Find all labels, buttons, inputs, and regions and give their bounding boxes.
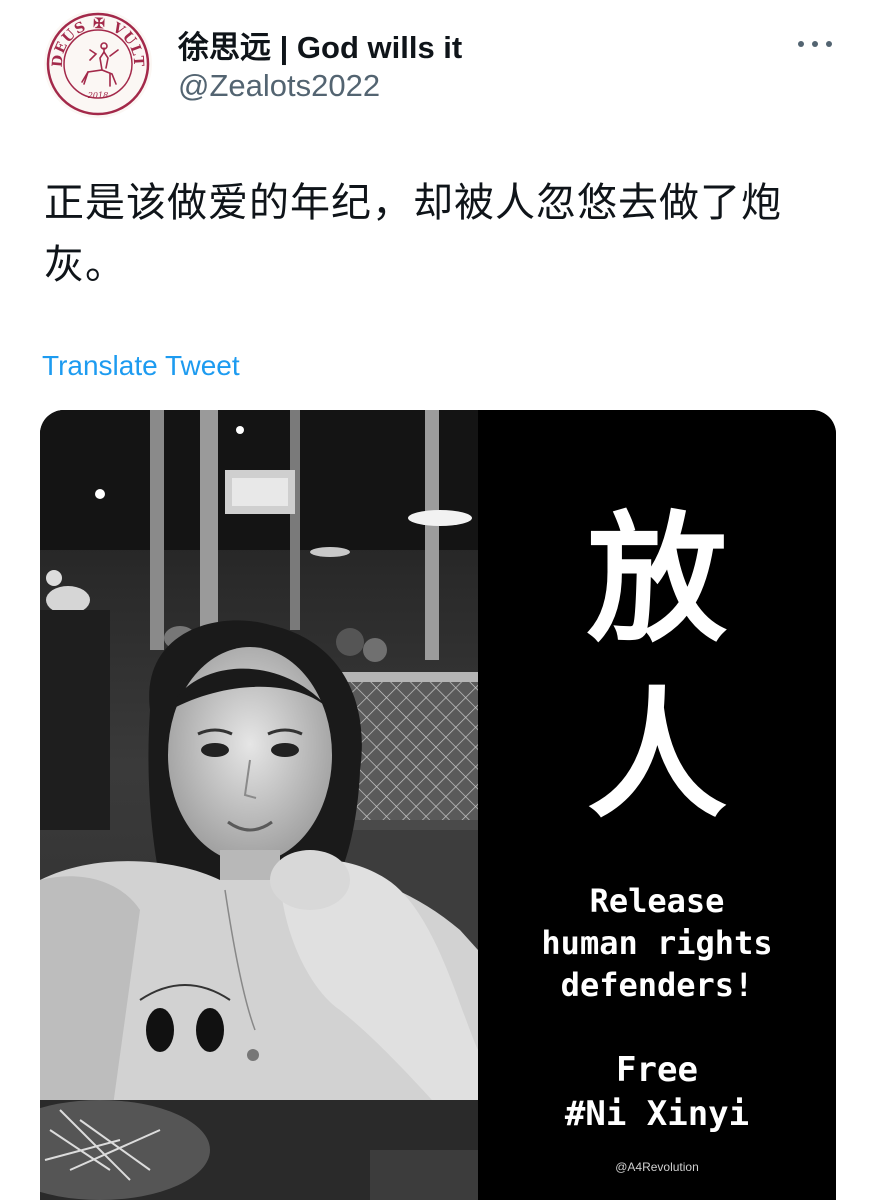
display-name[interactable]: 徐思远 | God wills it	[178, 22, 462, 67]
profile-avatar[interactable]: DEUS ✠ VULT 2018	[44, 10, 152, 118]
slogan-panel: 放 人 Release human rights defenders! Free…	[478, 410, 836, 1200]
translate-tweet-link[interactable]: Translate Tweet	[42, 350, 240, 382]
slogan-char-ren: 人	[586, 675, 727, 838]
release-slogan: Release human rights defenders!	[478, 880, 836, 1006]
slogan-line: human rights	[541, 924, 773, 962]
deus-vult-seal-icon: DEUS ✠ VULT 2018	[46, 12, 150, 116]
more-options-button[interactable]	[798, 34, 832, 54]
media-photo	[40, 410, 478, 1200]
user-handle[interactable]: @Zealots2022	[178, 68, 380, 104]
slogan-line: defenders!	[560, 966, 754, 1004]
tweet: DEUS ✠ VULT 2018 徐思远 | God wills it @Zea…	[0, 0, 876, 1200]
free-slogan: Free #Ni Xinyi	[478, 1048, 836, 1136]
hashtag-line: #Ni Xinyi	[564, 1094, 750, 1134]
more-horizontal-icon	[812, 41, 818, 47]
more-horizontal-icon	[826, 41, 832, 47]
image-credit: @A4Revolution	[615, 1160, 699, 1174]
tweet-text: 正是该做爱的年纪，却被人忽悠去做了炮灰。	[44, 180, 782, 288]
tweet-media-image[interactable]: 放 人 Release human rights defenders! Free…	[40, 410, 836, 1200]
more-horizontal-icon	[798, 41, 804, 47]
slogan-line: Release	[589, 882, 725, 920]
free-line: Free	[616, 1050, 698, 1090]
avatar-seal-year: 2018	[87, 91, 108, 100]
slogan-char-fang: 放	[586, 499, 727, 662]
portrait-photo	[40, 410, 478, 1200]
